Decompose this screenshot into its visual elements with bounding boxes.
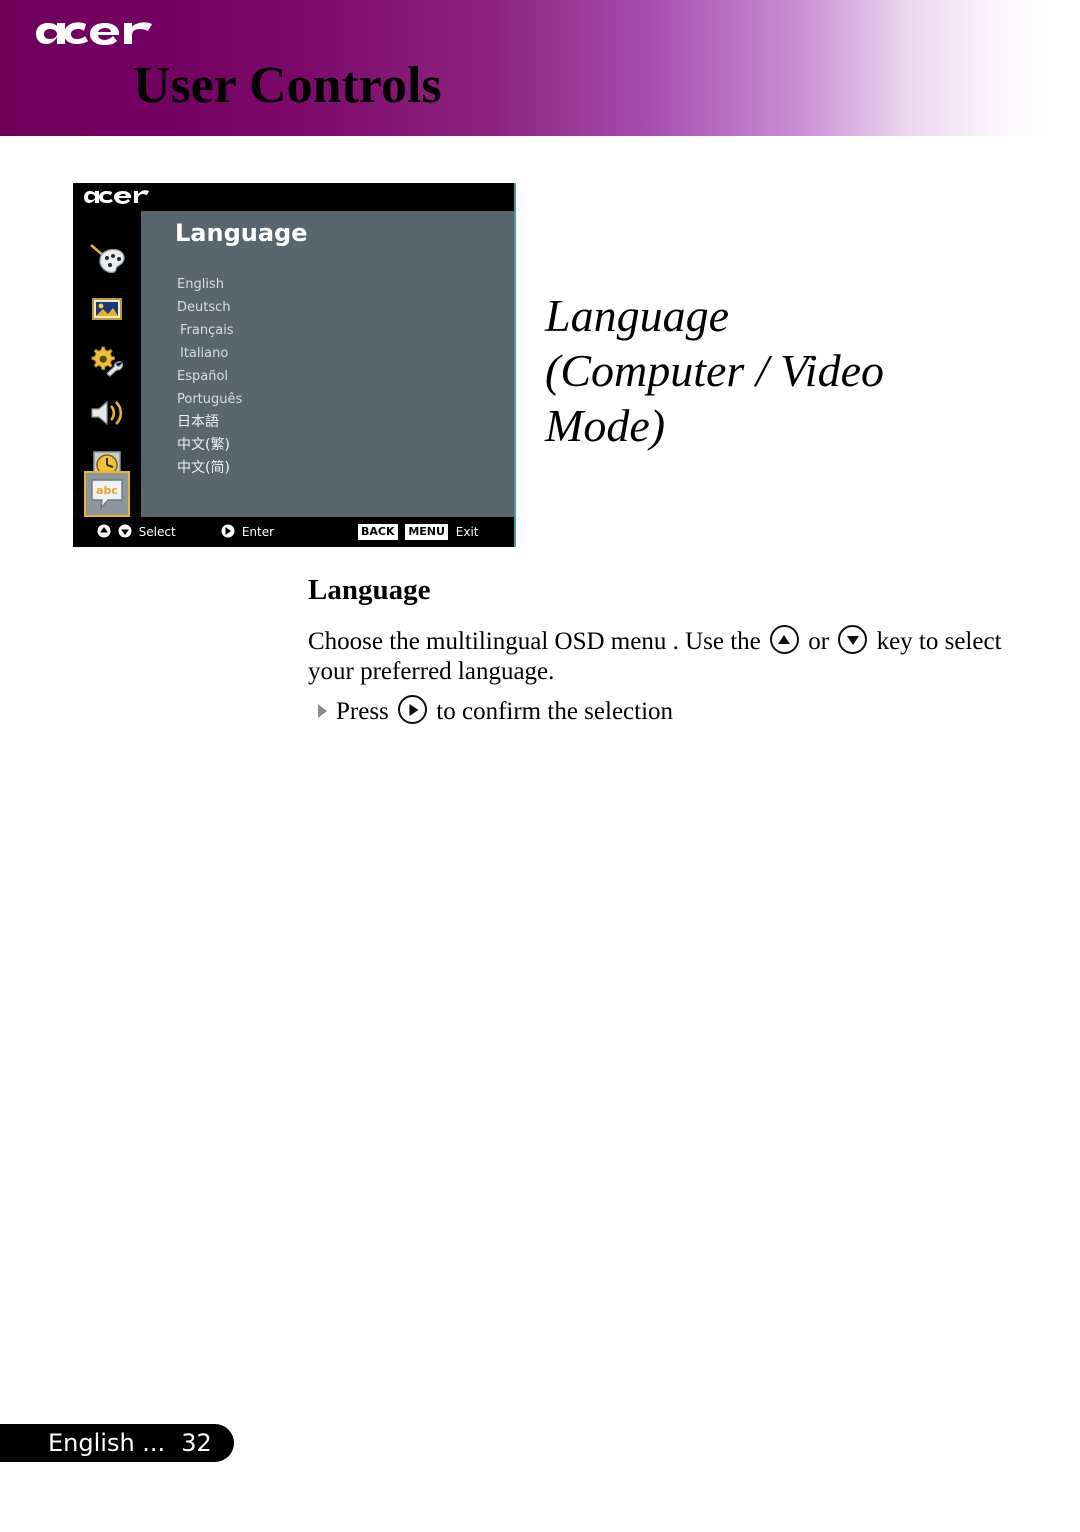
bullet-text-part1: Press [336,698,389,725]
image-icon[interactable] [87,289,127,329]
setup-gear-wrench-icon[interactable] [87,341,127,381]
osd-hint-exit: BACK MENU Exit [358,517,479,547]
key-down-icon [838,625,868,654]
paragraph-text-part1: Choose the multilingual OSD menu . Use t… [308,628,761,655]
page-title: User Controls [133,57,442,114]
bullet-text-part2: to confirm the selection [436,698,674,725]
osd-hint-select-label: Select [138,525,176,539]
side-title-line2: (Computer / Video [545,345,884,396]
list-item[interactable]: Français [177,319,477,342]
osd-language-panel: Language English Deutsch Français Italia… [141,211,514,525]
section-heading: Language [308,574,431,606]
acer-logo [34,14,158,52]
list-item[interactable]: Italiano [177,342,477,365]
language-abc-bubble-icon[interactable]: abc [84,471,130,517]
footer-page-number: 32 [181,1429,212,1457]
osd-menu-screenshot: abc Language English Deutsch Français It… [73,183,516,547]
key-back[interactable]: BACK [358,524,398,540]
list-item[interactable]: 中文(简) [177,457,477,480]
osd-hint-enter-label: Enter [241,525,275,539]
side-title-line1: Language [545,290,729,341]
osd-language-list: English Deutsch Français Italiano Españo… [177,273,477,480]
list-item[interactable]: English [177,273,477,296]
svg-text:abc: abc [96,484,118,497]
key-up-icon [769,625,799,654]
arrow-up-glyph [97,519,111,547]
side-title-line3: Mode) [545,400,666,451]
osd-acer-logo [82,186,152,208]
bullet-item-confirm: Press to confirm the selection [318,695,998,727]
list-item[interactable]: 中文(繁) [177,434,477,457]
osd-hint-select: Select [97,517,176,547]
list-item[interactable]: Deutsch [177,296,477,319]
triangle-bullet-icon [318,704,327,718]
audio-speaker-icon[interactable] [87,393,127,433]
osd-hint-exit-label: Exit [455,525,479,539]
arrow-right-glyph [221,519,235,547]
body-paragraph: Choose the multilingual OSD menu . Use t… [308,625,1008,687]
list-item[interactable]: Español [177,365,477,388]
osd-hint-enter: Enter [221,517,274,547]
page-header-banner: User Controls [0,0,1080,136]
osd-topbar [73,183,514,211]
list-item[interactable]: Português [177,388,477,411]
footer-language-label: English ... [48,1429,166,1457]
paragraph-or: or [808,628,830,655]
key-right-icon [398,695,428,724]
footer-page-indicator: English ... 32 [0,1424,234,1462]
osd-bottom-hint-bar: Select Enter BACK MENU Exit [73,517,514,547]
osd-panel-title: Language [175,219,308,247]
color-palette-icon[interactable] [87,237,127,277]
arrow-down-glyph [118,519,132,547]
key-menu[interactable]: MENU [405,524,448,540]
osd-sidebar [73,211,141,489]
section-side-title: Language (Computer / Video Mode) [545,288,1015,453]
list-item[interactable]: 日本語 [177,411,477,434]
